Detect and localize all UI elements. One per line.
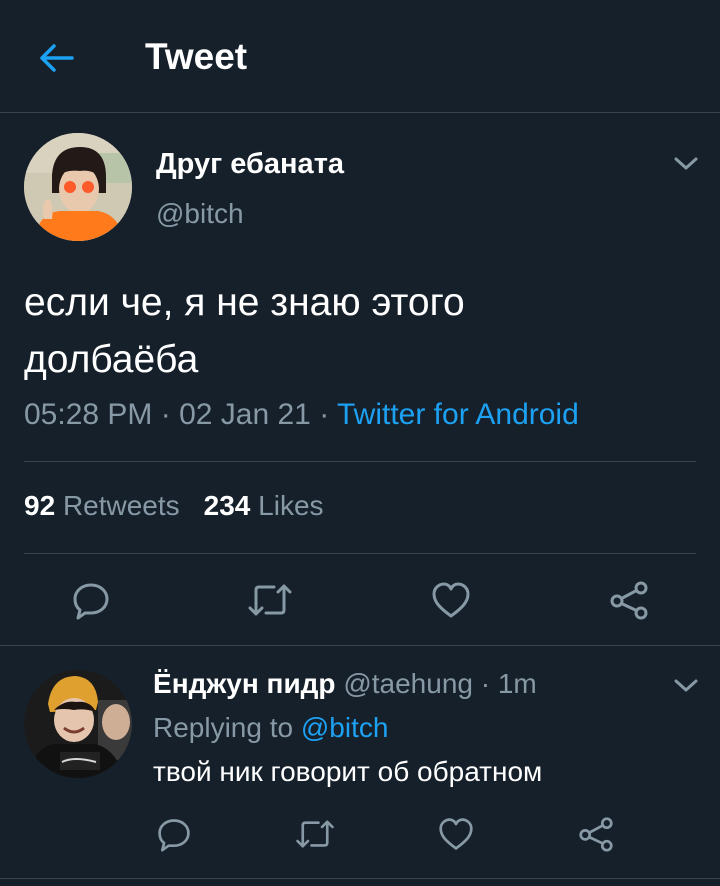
reply-icon — [158, 819, 190, 852]
retweet-icon — [296, 820, 334, 848]
divider — [24, 461, 696, 462]
reply-header: Ёнджун пидр @taehung · 1m — [153, 668, 537, 700]
reply-author-handle[interactable]: @taehung — [343, 668, 473, 699]
heart-icon — [439, 818, 473, 850]
replying-to-mention[interactable]: @bitch — [301, 712, 389, 743]
tweet-text-line: долбаёба — [24, 338, 199, 381]
reply-like-button[interactable] — [434, 814, 478, 854]
tweet-stats: 92 Retweets 234 Likes — [24, 490, 324, 522]
retweets-label: Retweets — [62, 490, 180, 521]
replying-to: Replying to @bitch — [153, 712, 388, 744]
likes-count: 234 — [203, 490, 251, 521]
reply-time: · 1m — [480, 668, 537, 699]
retweet-button[interactable] — [244, 578, 296, 622]
back-button[interactable] — [34, 38, 78, 78]
meta-separator: · — [152, 398, 180, 431]
reply-share-button[interactable] — [574, 814, 618, 854]
likes-stat[interactable]: 234 Likes — [204, 490, 324, 521]
tweet-date: 02 Jan 21 — [179, 398, 311, 431]
tweet-text-line: если че, я не знаю этого — [24, 281, 465, 324]
reply-icon — [73, 583, 109, 620]
reply-retweet-button[interactable] — [292, 814, 338, 854]
divider — [0, 878, 720, 879]
divider — [24, 553, 696, 554]
chevron-down-icon[interactable] — [672, 676, 700, 696]
replying-to-label: Replying to — [153, 712, 294, 743]
author-avatar[interactable] — [24, 133, 132, 241]
arrow-left-icon — [40, 44, 74, 72]
share-icon — [610, 581, 648, 620]
reply-avatar-image — [24, 670, 132, 778]
share-icon — [579, 817, 613, 852]
author-handle[interactable]: @bitch — [156, 198, 244, 230]
share-button[interactable] — [604, 578, 654, 622]
author-avatar-image — [24, 133, 132, 241]
tweet-meta: 05:28 PM · 02 Jan 21 · Twitter for Andro… — [24, 398, 579, 432]
author-name[interactable]: Друг ебаната — [156, 148, 344, 181]
tweet-source-link[interactable]: Twitter for Android — [337, 398, 579, 431]
tweet-text: если че, я не знаю этого долбаёба — [24, 274, 694, 388]
top-bar: Tweet — [0, 0, 720, 113]
retweet-icon — [248, 584, 292, 616]
heart-icon — [432, 582, 470, 618]
tweet-time: 05:28 PM — [24, 398, 153, 431]
reply-author-avatar[interactable] — [24, 670, 132, 778]
retweets-stat[interactable]: 92 Retweets — [24, 490, 180, 521]
likes-label: Likes — [258, 490, 324, 521]
retweets-count: 92 — [24, 490, 56, 521]
reply-author-name[interactable]: Ёнджун пидр — [153, 668, 336, 699]
reply-button[interactable] — [66, 578, 116, 622]
reply-reply-button[interactable] — [152, 814, 196, 854]
divider — [0, 645, 720, 646]
meta-separator: · — [310, 398, 337, 431]
page-title: Tweet — [145, 36, 248, 77]
chevron-down-icon[interactable] — [672, 154, 700, 174]
reply-text: твой ник говорит об обратном — [153, 756, 543, 787]
like-button[interactable] — [426, 578, 476, 622]
